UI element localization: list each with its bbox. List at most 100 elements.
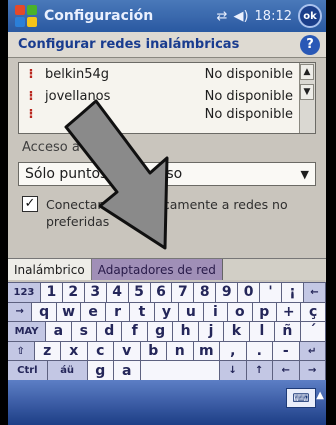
scroll-down-icon[interactable]: ▼ — [300, 84, 314, 100]
keyboard-key[interactable]: Ctrl — [8, 360, 48, 381]
keyboard-key[interactable]: ñ — [274, 321, 301, 342]
access-label: Acceso a redes: — [22, 140, 125, 155]
keyboard-key[interactable] — [139, 360, 220, 381]
keyboard-key[interactable]: m — [192, 340, 220, 362]
tab-network-adapters[interactable]: Adaptadores de red — [91, 259, 223, 280]
keyboard-key[interactable]: ← — [272, 360, 300, 381]
network-icon: ⁝ — [28, 66, 34, 82]
network-status: No disponible — [204, 88, 293, 104]
keyboard-key[interactable]: t — [129, 301, 155, 323]
keyboard-key[interactable]: - — [272, 340, 300, 362]
access-dropdown[interactable]: Sólo puntos de acceso ▼ — [18, 162, 316, 186]
keyboard-key[interactable]: c — [86, 340, 114, 362]
help-icon[interactable]: ? — [300, 34, 320, 55]
keyboard-key[interactable]: 2 — [61, 282, 85, 303]
keyboard-key[interactable]: ↵ — [298, 340, 326, 362]
keyboard-key[interactable]: + — [275, 301, 302, 323]
keyboard-key[interactable]: MAY — [8, 321, 47, 342]
keyboard-key[interactable]: ' — [259, 282, 283, 303]
keyboard-key[interactable]: u — [178, 301, 204, 323]
keyboard-row: ⇧ z x c v b n m,. - ↵ — [8, 340, 326, 362]
keyboard-key[interactable]: 3 — [83, 282, 107, 303]
network-list[interactable]: ⁝ belkin54g No disponible ⁝ jovellanos N… — [18, 62, 316, 134]
keyboard-key[interactable]: . — [245, 340, 273, 362]
volume-icon[interactable]: ◀) — [233, 9, 248, 24]
keyboard-row: → q w e r t y u i o p + ç — [8, 301, 326, 323]
keyboard-key[interactable]: ´ — [299, 321, 326, 342]
keyboard-row: Ctrl áü g a ↓ ↑ ← → — [8, 360, 326, 381]
auto-connect-label: Conectar automáticamente a redes no pref… — [46, 197, 288, 229]
keyboard-key[interactable]: 8 — [193, 282, 217, 303]
keyboard-key[interactable]: h — [172, 321, 199, 342]
keyboard-key[interactable]: a — [113, 360, 141, 381]
keyboard-key[interactable]: e — [80, 301, 106, 323]
keyboard-key[interactable]: ç — [300, 301, 326, 323]
keyboard-key[interactable]: → — [298, 360, 326, 381]
keyboard-key[interactable]: ← — [302, 282, 326, 303]
page-header: Configurar redes inalámbricas ? — [8, 32, 326, 58]
network-ssid: jovellanos — [45, 88, 111, 104]
page-title: Configurar redes inalámbricas — [18, 37, 240, 52]
keyboard-key[interactable]: l — [248, 321, 276, 342]
keyboard-key[interactable]: ↑ — [245, 360, 273, 381]
ok-button[interactable]: ok — [298, 4, 322, 28]
title-bar: Configuración ⇄ ◀) 18:12 ok — [8, 0, 326, 32]
keyboard-key[interactable]: w — [55, 301, 82, 323]
auto-connect-checkbox[interactable]: ✓ — [22, 196, 38, 212]
soft-keyboard: 123 1 2 3 4 5 6 7 8 9 0 ' ¡ ← → q w e r t y u i o p + ç MAY a s d f g h j k… — [8, 282, 326, 381]
keyboard-key[interactable]: ¡ — [281, 282, 304, 303]
keyboard-key[interactable]: r — [104, 301, 131, 323]
keyboard-key[interactable]: x — [60, 340, 88, 362]
keyboard-key[interactable]: z — [33, 340, 61, 362]
keyboard-key[interactable]: q — [31, 301, 57, 323]
keyboard-key[interactable]: f — [121, 321, 148, 342]
keyboard-key[interactable]: 1 — [39, 282, 63, 303]
app-title: Configuración — [44, 8, 154, 24]
keyboard-key[interactable]: 4 — [105, 282, 129, 303]
bottom-menu-bar: ⌨ ▲ — [8, 380, 326, 425]
keyboard-key[interactable]: g — [86, 360, 114, 381]
network-row[interactable]: ⁝ belkin54g No disponible — [19, 63, 315, 85]
keyboard-key[interactable]: ⇧ — [8, 340, 35, 362]
keyboard-key[interactable]: y — [153, 301, 180, 323]
status-tray: ⇄ ◀) 18:12 ok — [217, 4, 326, 28]
keyboard-key[interactable]: ↓ — [219, 360, 247, 381]
keyboard-key[interactable]: g — [146, 321, 174, 342]
keyboard-key[interactable]: áü — [46, 360, 88, 381]
keyboard-key[interactable]: , — [219, 340, 247, 362]
network-status: No disponible — [204, 107, 293, 121]
keyboard-key[interactable]: 0 — [237, 282, 261, 303]
network-ssid: belkin54g — [45, 66, 110, 82]
network-row[interactable]: ⁝ No disponible — [19, 107, 315, 121]
keyboard-key[interactable]: v — [113, 340, 141, 362]
keyboard-key[interactable]: 5 — [127, 282, 151, 303]
input-menu-icon[interactable]: ▲ — [316, 390, 324, 401]
pocketpc-screen: Configuración ⇄ ◀) 18:12 ok Configurar r… — [8, 0, 326, 425]
keyboard-toggle-icon[interactable]: ⌨ — [286, 388, 316, 408]
list-scrollbar[interactable]: ▲ ▼ — [299, 63, 315, 133]
windows-start-icon[interactable] — [14, 4, 38, 28]
keyboard-key[interactable]: s — [70, 321, 98, 342]
network-row[interactable]: ⁝ jovellanos No disponible — [19, 85, 315, 107]
tab-bar: Inalámbrico Adaptadores de red — [8, 258, 326, 280]
keyboard-key[interactable]: 6 — [149, 282, 173, 303]
auto-connect-option[interactable]: ✓ Conectar automáticamente a redes no pr… — [22, 196, 318, 230]
keyboard-key[interactable]: j — [197, 321, 225, 342]
keyboard-key[interactable]: → — [8, 301, 33, 323]
scroll-up-icon[interactable]: ▲ — [300, 64, 314, 80]
keyboard-key[interactable]: k — [223, 321, 250, 342]
keyboard-key[interactable]: n — [166, 340, 194, 362]
keyboard-key[interactable]: i — [202, 301, 229, 323]
keyboard-key[interactable]: a — [45, 321, 72, 342]
keyboard-key[interactable]: b — [139, 340, 167, 362]
signal-icon[interactable]: ⇄ — [217, 9, 228, 24]
keyboard-key[interactable]: o — [227, 301, 253, 323]
keyboard-key[interactable]: 9 — [215, 282, 239, 303]
chevron-down-icon[interactable]: ▼ — [301, 168, 309, 181]
clock[interactable]: 18:12 — [255, 9, 292, 24]
keyboard-key[interactable]: d — [96, 321, 123, 342]
tab-wireless[interactable]: Inalámbrico — [8, 259, 92, 280]
keyboard-key[interactable]: p — [251, 301, 277, 323]
keyboard-key[interactable]: 7 — [171, 282, 195, 303]
keyboard-key[interactable]: 123 — [8, 282, 41, 303]
